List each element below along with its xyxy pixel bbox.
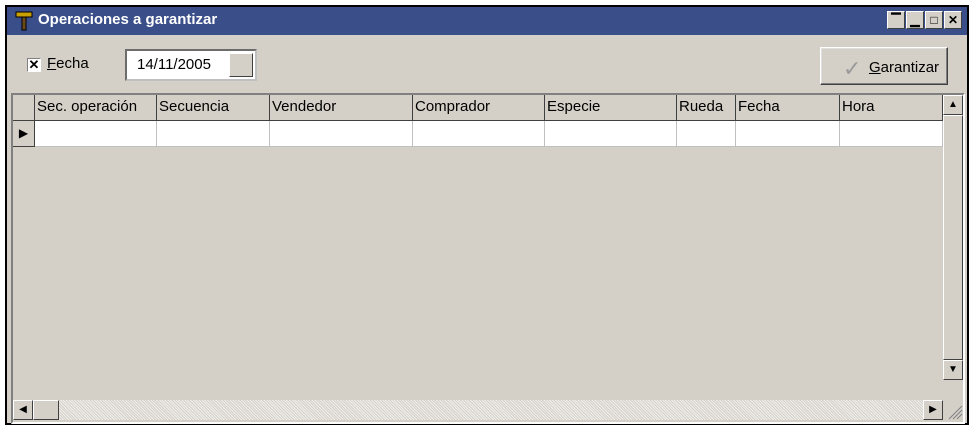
grid-header: Sec. operación Secuencia Vendedor Compra… <box>13 95 943 121</box>
vertical-scroll-thumb[interactable] <box>943 115 963 360</box>
window-title: Operaciones a garantizar <box>38 11 218 28</box>
hammer-app-icon <box>13 10 35 32</box>
table-cell[interactable] <box>270 121 413 147</box>
garantizar-label: Garantizar <box>869 59 940 76</box>
scroll-down-icon[interactable]: ▼ <box>943 360 963 380</box>
column-header-hora[interactable]: Hora <box>840 95 943 121</box>
title-bar[interactable]: Operaciones a garantizar ▔ ▁ □ ✕ <box>7 7 967 35</box>
window: Operaciones a garantizar ▔ ▁ □ ✕ ✕ Fecha… <box>5 5 969 425</box>
column-header-secuencia[interactable]: Secuencia <box>157 95 270 121</box>
minimize-button[interactable]: ▁ <box>906 11 924 29</box>
date-value: 14/11/2005 <box>137 56 211 73</box>
close-button[interactable]: ✕ <box>944 11 962 29</box>
table-cell[interactable] <box>35 121 157 147</box>
header-corner <box>13 95 35 121</box>
resize-grip-icon[interactable] <box>943 400 963 420</box>
date-field[interactable]: 14/11/2005 <box>125 49 257 81</box>
table-cell[interactable] <box>840 121 943 147</box>
calendar-dropdown-button[interactable] <box>229 53 253 77</box>
toolbar: ✕ Fecha 14/11/2005 ✓ Garantizar <box>7 35 967 89</box>
column-header-especie[interactable]: Especie <box>545 95 677 121</box>
table-cell[interactable] <box>736 121 840 147</box>
table-cell[interactable] <box>413 121 545 147</box>
column-header-comprador[interactable]: Comprador <box>413 95 545 121</box>
scroll-right-icon[interactable]: ▶ <box>923 400 943 420</box>
column-header-rueda[interactable]: Rueda <box>677 95 736 121</box>
scroll-up-icon[interactable]: ▲ <box>943 95 963 115</box>
fecha-label[interactable]: Fecha <box>47 55 89 72</box>
table-cell[interactable] <box>157 121 270 147</box>
fecha-label-text: Fecha <box>47 55 89 72</box>
column-header-fecha[interactable]: Fecha <box>736 95 840 121</box>
restore-button[interactable]: ▔ <box>887 11 905 29</box>
horizontal-scroll-thumb[interactable] <box>33 400 59 420</box>
vertical-scrollbar[interactable]: ▲ ▼ <box>943 95 963 400</box>
table-row[interactable]: ▶ <box>13 121 943 147</box>
maximize-button[interactable]: □ <box>925 11 943 29</box>
checkmark-icon: ✓ <box>843 56 862 81</box>
scroll-left-icon[interactable]: ◀ <box>13 400 33 420</box>
fecha-checkbox[interactable]: ✕ <box>27 58 41 72</box>
table-cell[interactable] <box>545 121 677 147</box>
column-header-sec-operacion[interactable]: Sec. operación <box>35 95 157 121</box>
horizontal-scrollbar[interactable]: ◀ ▶ <box>13 400 943 420</box>
garantizar-button[interactable]: ✓ Garantizar <box>820 47 948 85</box>
horizontal-scroll-track[interactable] <box>33 400 923 420</box>
table-cell[interactable] <box>677 121 736 147</box>
row-indicator-icon: ▶ <box>13 121 35 147</box>
operations-grid[interactable]: Sec. operación Secuencia Vendedor Compra… <box>11 93 965 424</box>
column-header-vendedor[interactable]: Vendedor <box>270 95 413 121</box>
